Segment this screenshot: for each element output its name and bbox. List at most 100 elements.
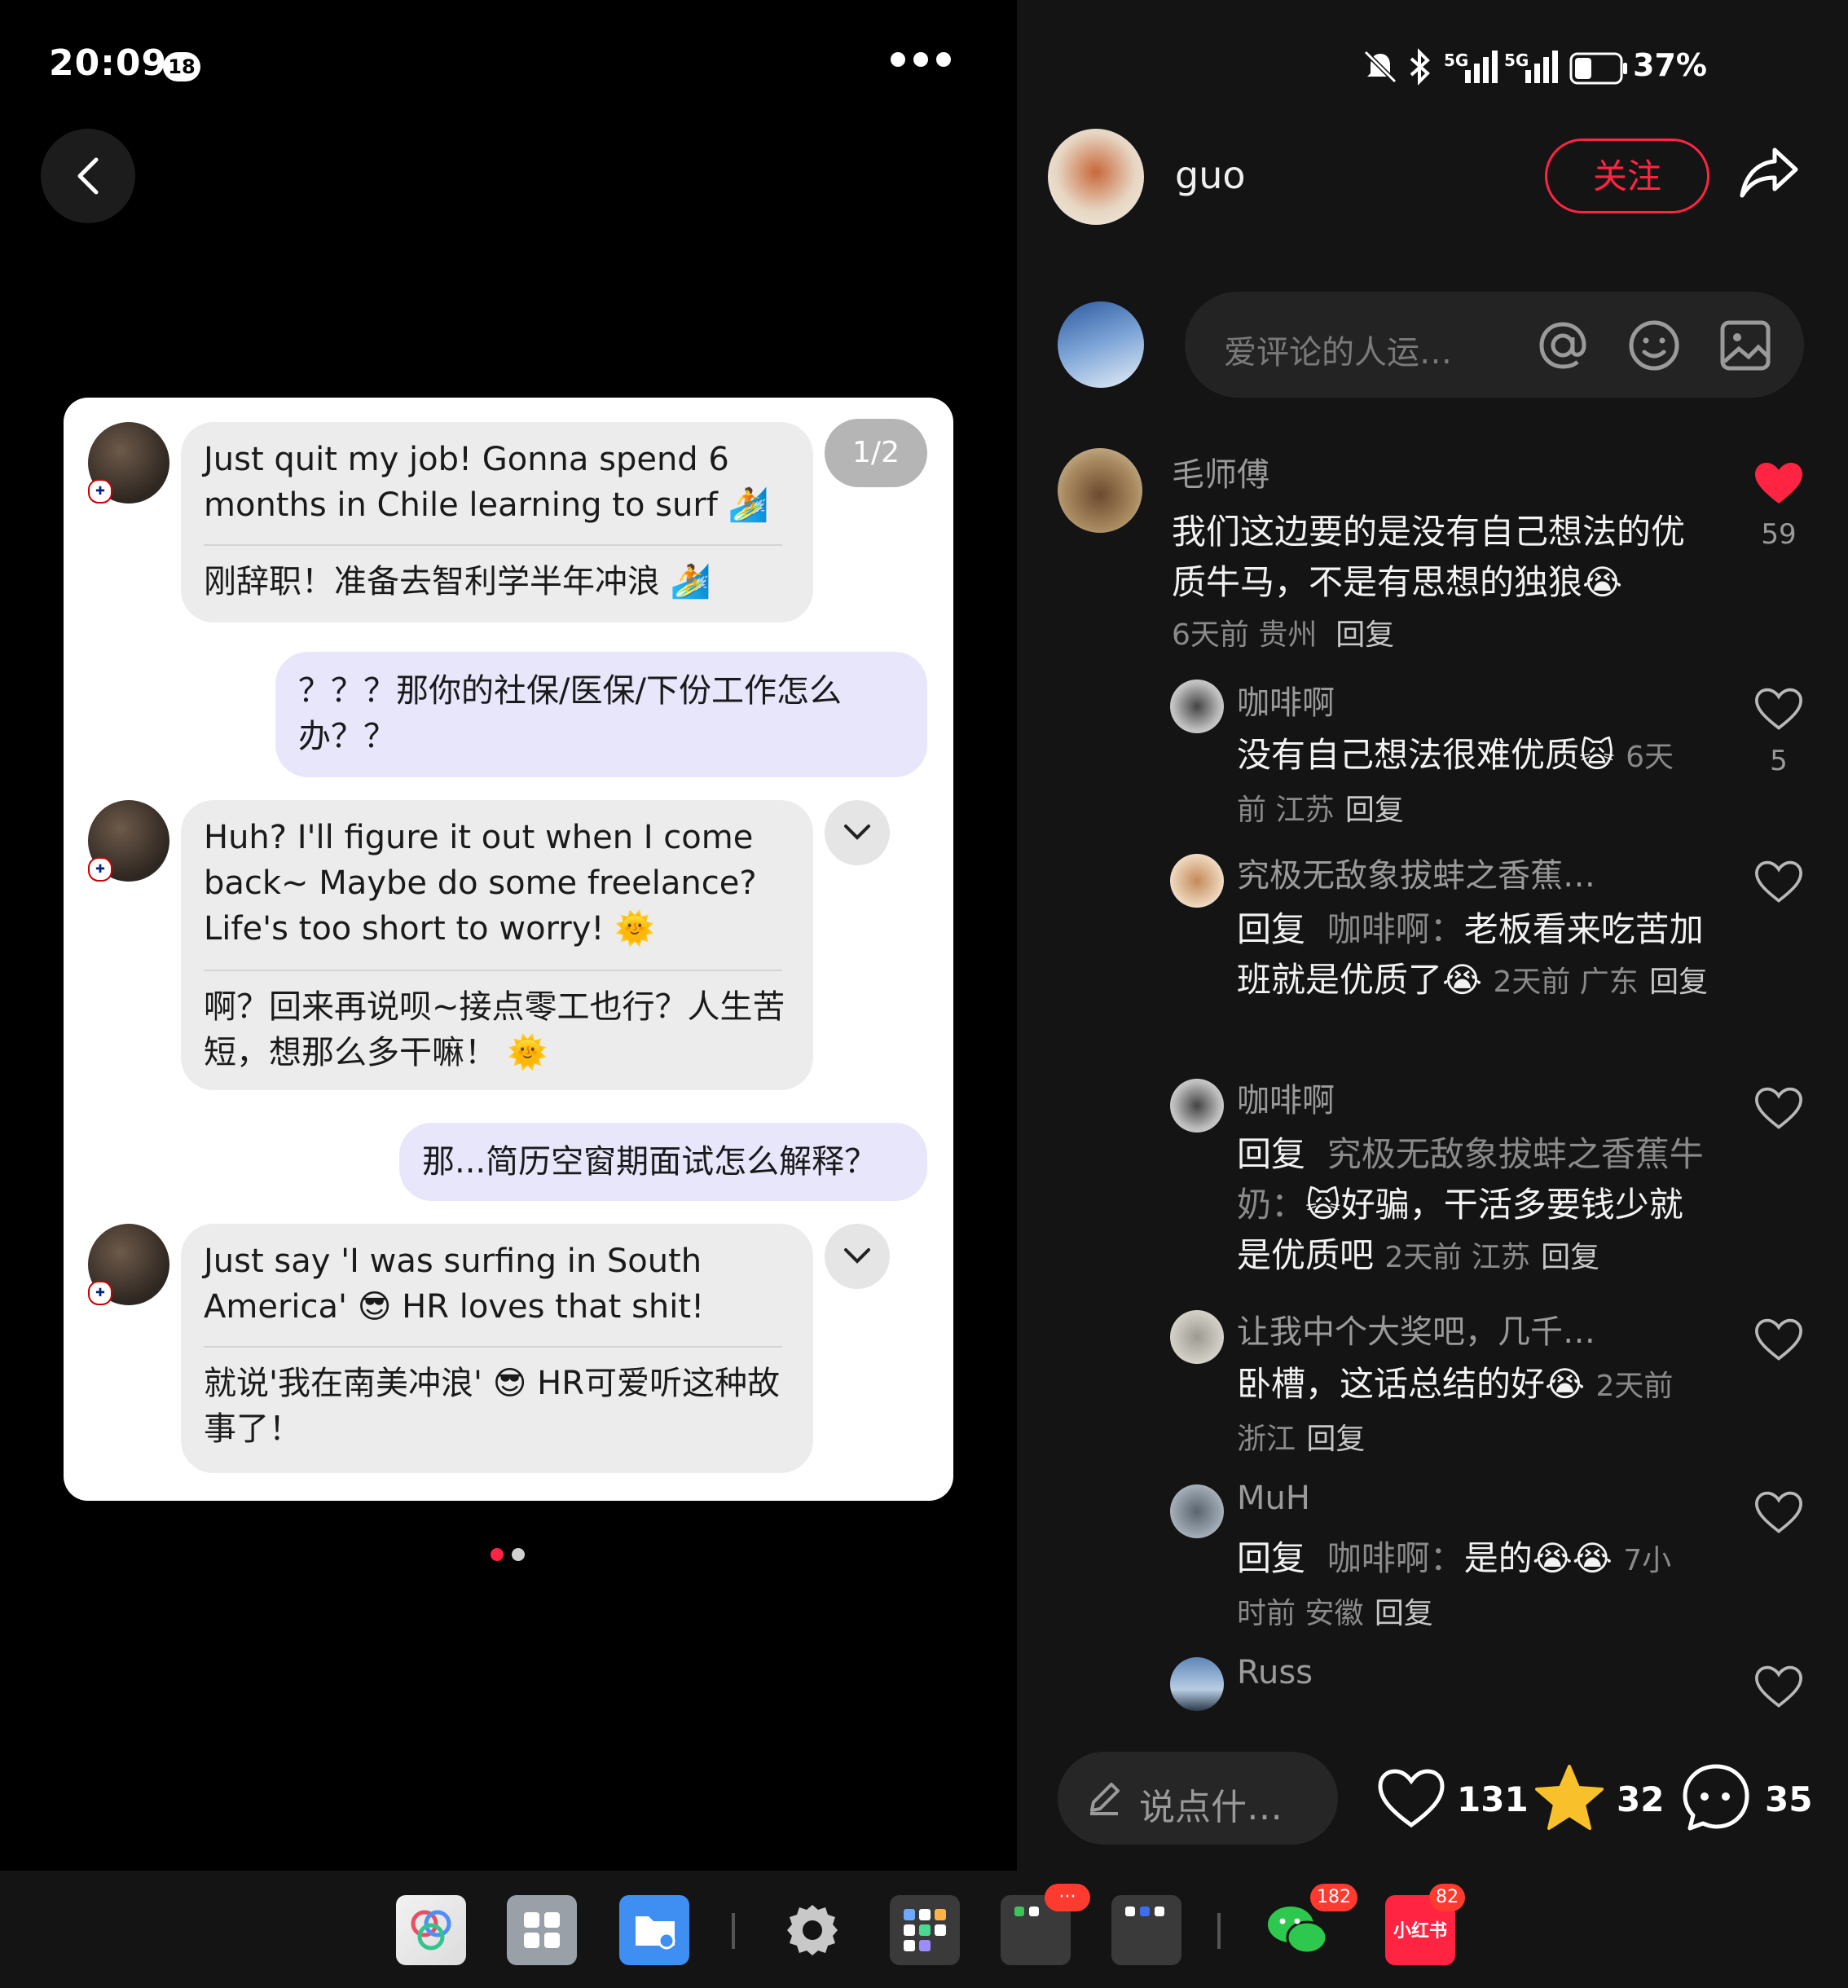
comment-text[interactable]: 回复 究极无敌象拔蚌之香蕉牛奶：🙀好骗，干活多要钱少就是优质吧 2天前 江苏 回… (1237, 1129, 1709, 1283)
heart-outline-icon[interactable] (1755, 1491, 1802, 1535)
comment-icon[interactable] (1680, 1761, 1752, 1833)
uk-flag-icon: ✚ (88, 479, 112, 504)
commenter-name[interactable]: 咖啡啊 (1237, 676, 1335, 724)
commenter-avatar[interactable] (1170, 854, 1224, 908)
expand-button[interactable] (825, 800, 890, 865)
author-name[interactable]: guo (1175, 153, 1246, 197)
reply-target[interactable]: 咖啡啊： (1327, 1538, 1464, 1578)
commenter-avatar[interactable] (1170, 1657, 1224, 1711)
reply-target[interactable]: 咖啡啊： (1327, 909, 1464, 949)
comment-count: 35 (1765, 1779, 1813, 1819)
comment-input[interactable]: 爱评论的人运… (1185, 292, 1804, 398)
carousel-dot-active[interactable] (491, 1548, 504, 1561)
message-en: Just say 'I was surfing in South America… (204, 1242, 705, 1326)
reply-button[interactable]: 回复 (1375, 1597, 1433, 1630)
commenter-name[interactable]: 毛师傅 (1172, 448, 1269, 495)
commenter-name[interactable]: Russ (1237, 1654, 1313, 1691)
like-count: 5 (1770, 745, 1788, 777)
like-icon[interactable] (1377, 1768, 1445, 1830)
comment-body: 卧槽，这话总结的好😭 (1237, 1364, 1586, 1404)
emoji-icon[interactable] (1626, 318, 1682, 373)
commenter-name[interactable]: 咖啡啊 (1237, 1074, 1335, 1121)
commenter-name[interactable]: 让我中个大奖吧，几千… (1237, 1305, 1595, 1352)
message-zh: 就说'我在南美冲浪' 😎 HR可爱听这种故事了！ (204, 1365, 780, 1448)
commenter-name[interactable]: 究极无敌象拔蚌之香蕉… (1237, 849, 1595, 896)
app-icon-settings[interactable] (777, 1895, 847, 1965)
say-something-input[interactable]: 说点什… (1058, 1752, 1338, 1845)
reply-prefix: 回复 (1237, 909, 1306, 949)
message-zh: 刚辞职！准备去智利学半年冲浪 🏄 (204, 563, 711, 600)
star-icon[interactable] (1533, 1763, 1605, 1832)
gear-icon (787, 1905, 838, 1955)
star-count: 32 (1617, 1779, 1665, 1819)
reply-button[interactable]: 回复 (1345, 794, 1404, 827)
comment-time-location: 6天前 贵州 (1172, 618, 1318, 652)
left-pane: 20:09 18 ✚ Just quit my job! Gonna spend… (0, 0, 1017, 1871)
commenter-avatar[interactable] (1170, 680, 1224, 733)
app-icon-folder[interactable] (890, 1895, 960, 1965)
author-avatar[interactable] (1048, 129, 1144, 225)
comment-text[interactable]: 回复 咖啡啊：老板看来吃苦加班就是优质了😭 2天前 广东 回复 (1237, 904, 1709, 1008)
commenter-avatar[interactable] (1058, 448, 1142, 533)
app-folder-icon (904, 1909, 946, 1951)
comment-placeholder: 爱评论的人运… (1224, 334, 1452, 372)
heart-outline-icon[interactable] (1755, 688, 1802, 732)
comment-body: 是的😭😭 (1463, 1538, 1613, 1578)
comment-text[interactable]: 没有自己想法很难优质🙀 6天前 江苏 回复 (1237, 730, 1693, 836)
comment-meta: 6天前 贵州 回复 (1172, 611, 1394, 653)
chevron-down-icon (844, 825, 870, 840)
signal-bars-icon (1525, 51, 1558, 83)
commenter-avatar[interactable] (1170, 1079, 1224, 1133)
folder-icon (636, 1916, 675, 1950)
chat-bubble-incoming: Just say 'I was surfing in South America… (181, 1224, 813, 1473)
app-icon-apps[interactable] (507, 1895, 577, 1965)
comment-text[interactable]: 回复 咖啡啊：是的😭😭 7小时前 安徽 回复 (1237, 1533, 1693, 1639)
mention-icon[interactable] (1535, 318, 1591, 373)
commenter-avatar[interactable] (1170, 1484, 1224, 1538)
image-icon[interactable] (1718, 318, 1773, 373)
bluetooth-icon (1410, 48, 1430, 86)
share-icon[interactable] (1737, 143, 1802, 205)
comment-text[interactable]: 卧槽，这话总结的好😭 2天前 浙江 回复 (1237, 1359, 1693, 1465)
page-indicator: 1/2 (825, 419, 927, 487)
my-avatar (1058, 301, 1144, 388)
app-icon-photos[interactable] (396, 1895, 466, 1965)
uk-flag-icon: ✚ (88, 857, 112, 882)
back-button[interactable] (41, 129, 135, 223)
comment-text[interactable]: 我们这边要的是没有自己想法的优质牛马，不是有思想的独狼😭 (1172, 507, 1701, 608)
app-icon-files[interactable] (619, 1895, 689, 1965)
chat-bubble-incoming: Just quit my job! Gonna spend 6 months i… (181, 422, 813, 622)
heart-outline-icon[interactable] (1755, 1087, 1802, 1131)
heart-filled-icon[interactable] (1753, 461, 1804, 507)
pencil-icon (1090, 1783, 1120, 1815)
notification-badge: 182 (1310, 1884, 1357, 1911)
reply-prefix: 回复 (1237, 1134, 1306, 1174)
follow-button[interactable]: 关注 (1545, 139, 1709, 213)
heart-outline-icon[interactable] (1755, 860, 1802, 904)
chat-bubble-outgoing: 那...简历空窗期面试怎么解释？ (399, 1123, 927, 1201)
chat-image-card[interactable]: ✚ Just quit my job! Gonna spend 6 months… (64, 398, 953, 1501)
expand-button[interactable] (825, 1224, 890, 1289)
chat-bubble-incoming: Huh? I'll figure it out when I come back… (181, 800, 813, 1090)
notification-badge: ··· (1045, 1884, 1090, 1911)
like-count: 131 (1457, 1779, 1529, 1819)
flower-icon (411, 1910, 451, 1951)
reply-button[interactable]: 回复 (1649, 965, 1708, 999)
reply-button[interactable]: 回复 (1335, 618, 1394, 652)
comment-time-location: 2天前 江苏 (1384, 1241, 1530, 1274)
dock-divider (1217, 1913, 1221, 1949)
signal-bars-icon (1465, 51, 1498, 83)
grid-icon (524, 1912, 560, 1948)
reply-button[interactable]: 回复 (1541, 1241, 1599, 1274)
commenter-name[interactable]: MuH (1237, 1480, 1310, 1517)
chevron-left-icon (77, 157, 99, 195)
heart-outline-icon[interactable] (1755, 1318, 1802, 1362)
app-icon-folder-3[interactable] (1111, 1895, 1181, 1965)
like-count: 59 (1761, 518, 1797, 551)
more-options-icon[interactable] (888, 49, 953, 81)
commenter-avatar[interactable] (1170, 1310, 1224, 1364)
heart-outline-icon[interactable] (1755, 1665, 1802, 1709)
carousel-dot[interactable] (512, 1548, 525, 1561)
reply-button[interactable]: 回复 (1306, 1423, 1365, 1456)
divider (204, 970, 782, 971)
